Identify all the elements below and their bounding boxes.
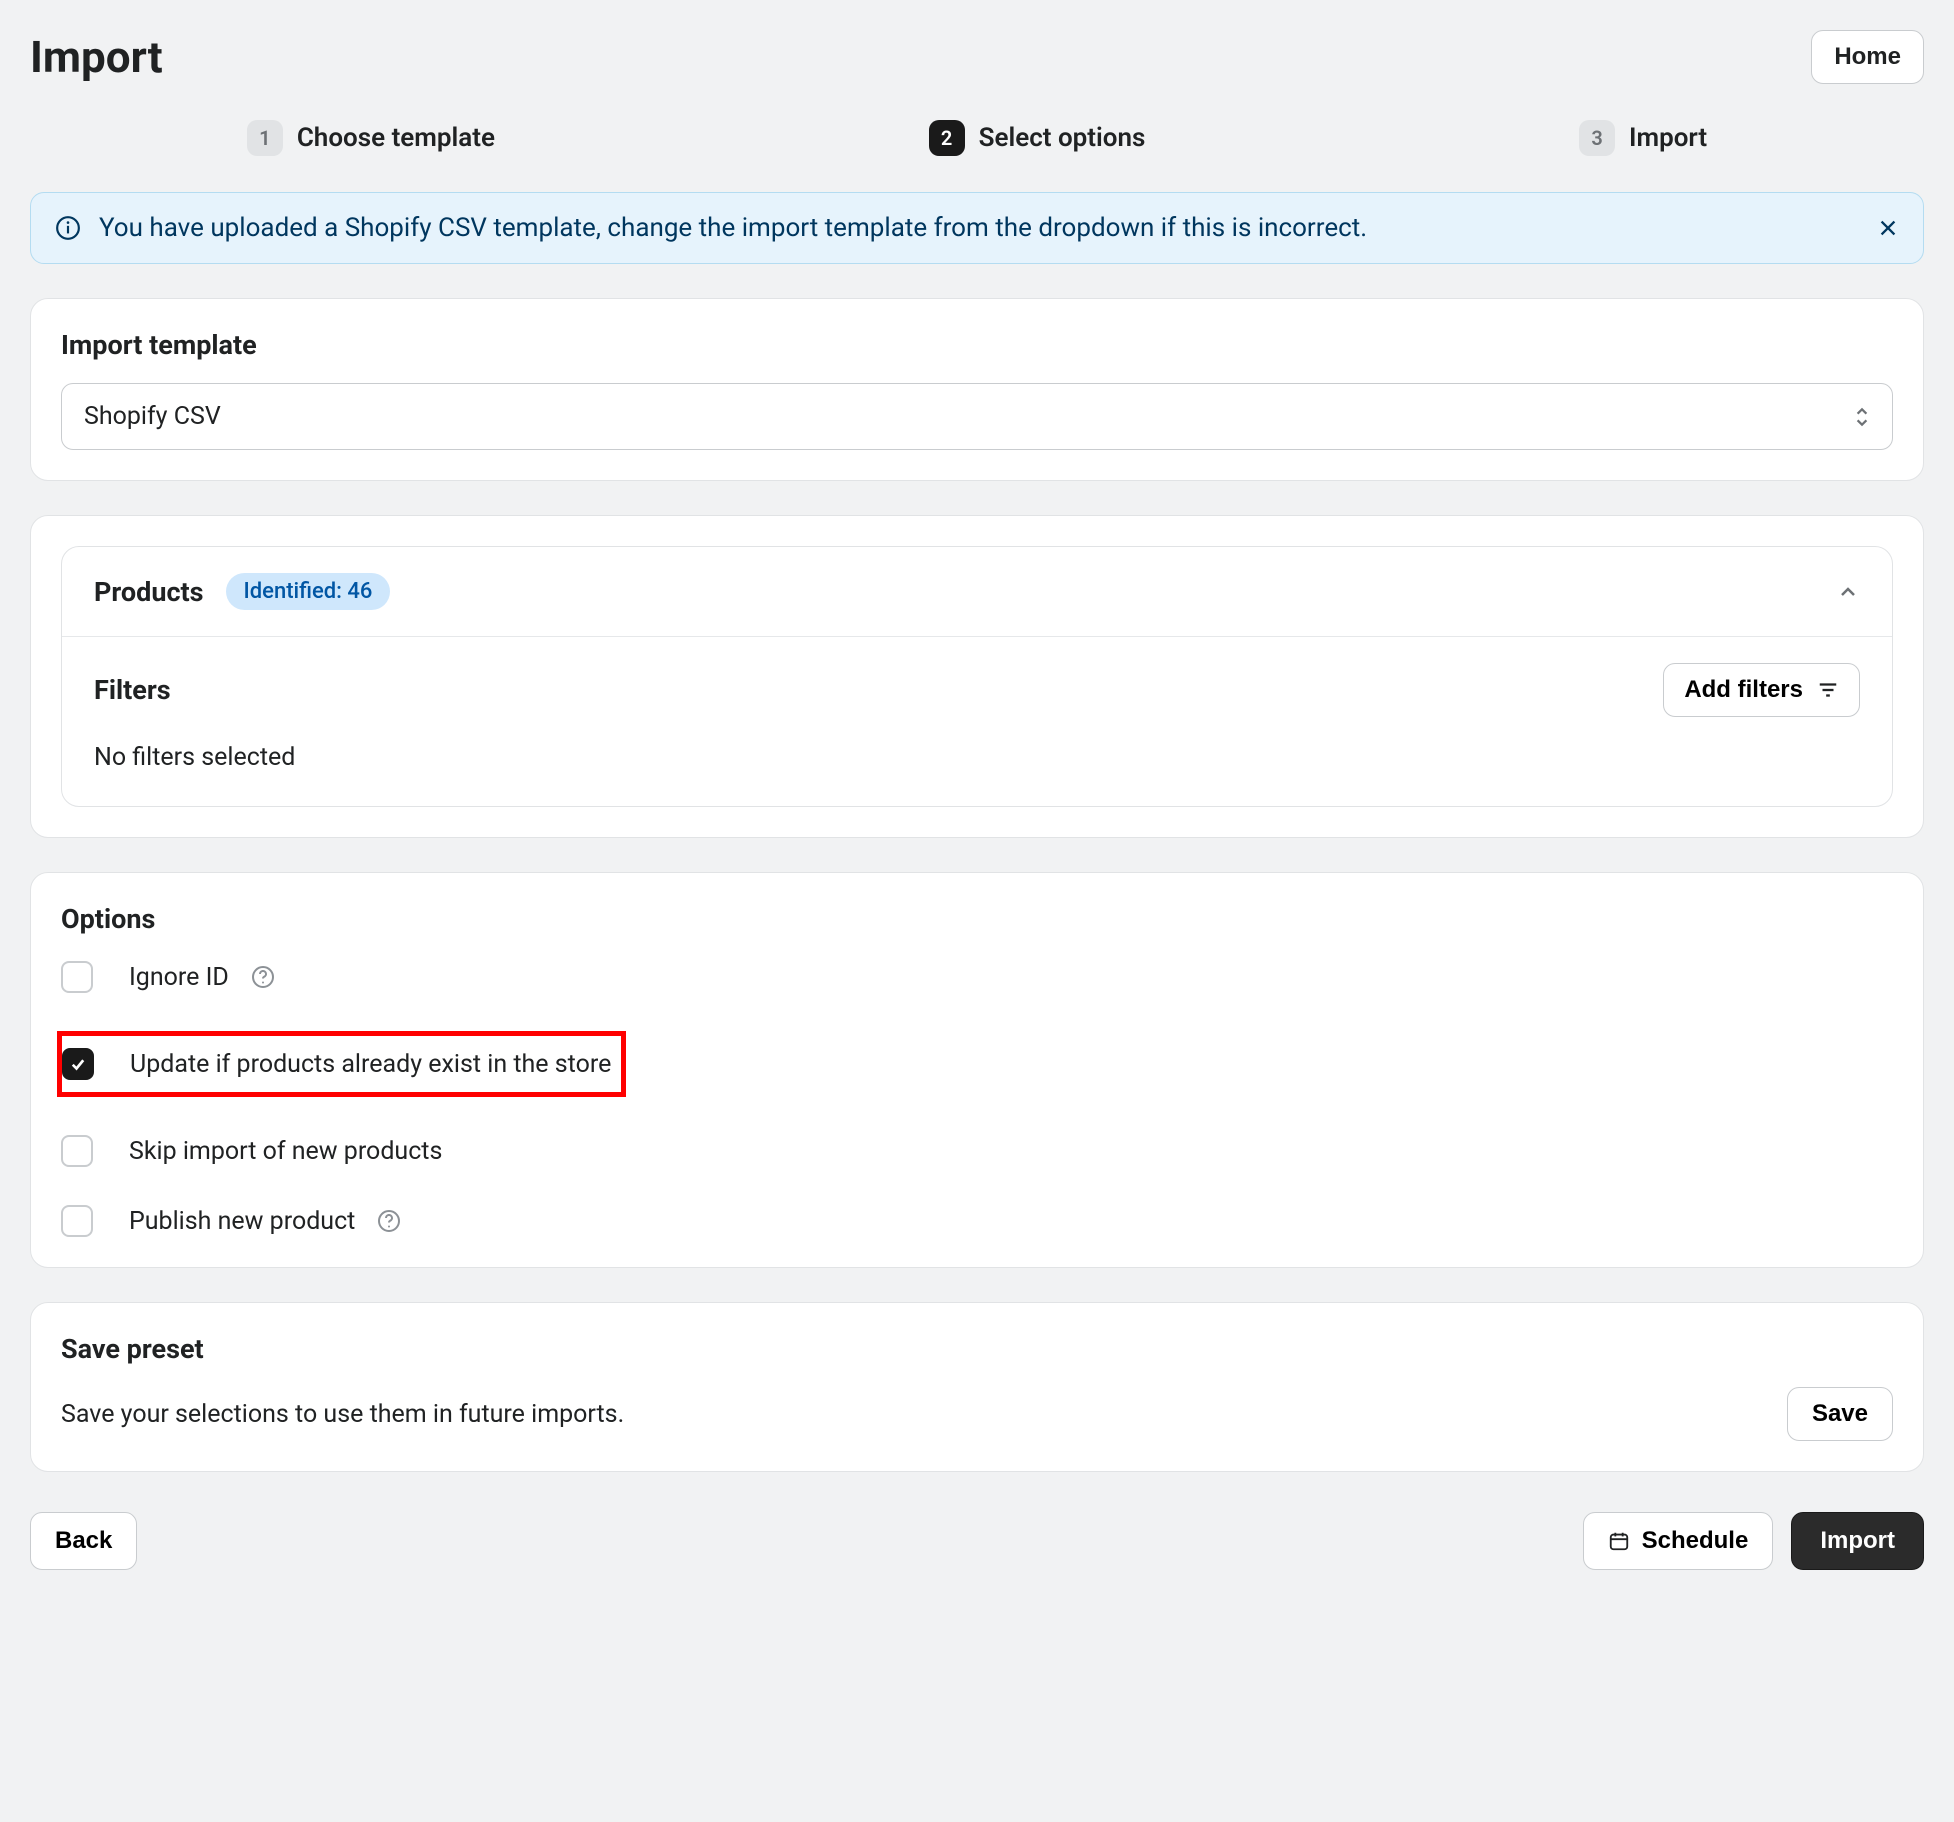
options-heading: Options: [61, 903, 1893, 935]
products-header: Products Identified: 46: [62, 547, 1892, 636]
filter-icon: [1817, 679, 1839, 701]
back-button[interactable]: Back: [30, 1512, 137, 1570]
option-row: Skip import of new products: [61, 1135, 1893, 1167]
home-button[interactable]: Home: [1811, 30, 1924, 84]
steps-nav: 1 Choose template 2 Select options 3 Imp…: [30, 120, 1924, 156]
schedule-label: Schedule: [1642, 1527, 1749, 1555]
option-label: Publish new product: [129, 1207, 355, 1236]
info-banner: You have uploaded a Shopify CSV template…: [30, 192, 1924, 264]
option-row: Update if products already exist in the …: [57, 1031, 626, 1097]
save-preset-button[interactable]: Save: [1787, 1387, 1893, 1441]
option-label: Ignore ID: [129, 963, 229, 992]
option-row: Publish new product: [61, 1205, 1893, 1237]
info-icon: [55, 215, 81, 241]
products-card: Products Identified: 46 Filters Add filt…: [30, 515, 1924, 838]
options-card: Options Ignore ID Update if products alre…: [30, 872, 1924, 1268]
import-template-heading: Import template: [61, 329, 1893, 361]
schedule-button[interactable]: Schedule: [1583, 1512, 1774, 1570]
option-checkbox[interactable]: [62, 1048, 94, 1080]
help-icon[interactable]: [377, 1209, 401, 1233]
preset-description: Save your selections to use them in futu…: [61, 1400, 624, 1429]
import-template-card: Import template Shopify CSV: [30, 298, 1924, 481]
option-label: Skip import of new products: [129, 1137, 442, 1166]
step-1[interactable]: 1 Choose template: [247, 120, 495, 156]
option-checkbox[interactable]: [61, 1135, 93, 1167]
option-checkbox[interactable]: [61, 1205, 93, 1237]
step-3-label: Import: [1629, 123, 1707, 153]
chevron-up-icon[interactable]: [1836, 580, 1860, 604]
identified-badge: Identified: 46: [226, 573, 391, 610]
option-row: Ignore ID: [61, 961, 1893, 993]
filters-heading: Filters: [94, 674, 171, 706]
import-button[interactable]: Import: [1791, 1512, 1924, 1570]
preset-heading: Save preset: [61, 1333, 1893, 1365]
page-title: Import: [30, 31, 163, 83]
step-2-num: 2: [929, 120, 965, 156]
option-checkbox[interactable]: [61, 961, 93, 993]
add-filters-button[interactable]: Add filters: [1663, 663, 1860, 717]
products-heading: Products: [94, 576, 204, 608]
step-1-label: Choose template: [297, 123, 495, 153]
calendar-icon: [1608, 1530, 1630, 1552]
help-icon[interactable]: [251, 965, 275, 989]
step-3[interactable]: 3 Import: [1579, 120, 1707, 156]
step-2-label: Select options: [979, 123, 1146, 153]
add-filters-label: Add filters: [1684, 676, 1803, 704]
import-template-select[interactable]: Shopify CSV: [61, 383, 1893, 450]
preset-card: Save preset Save your selections to use …: [30, 1302, 1924, 1472]
step-1-num: 1: [247, 120, 283, 156]
step-3-num: 3: [1579, 120, 1615, 156]
no-filters-text: No filters selected: [94, 743, 1860, 772]
close-icon[interactable]: [1877, 217, 1899, 239]
banner-text: You have uploaded a Shopify CSV template…: [99, 213, 1859, 243]
option-label: Update if products already exist in the …: [130, 1050, 611, 1079]
step-2[interactable]: 2 Select options: [929, 120, 1146, 156]
